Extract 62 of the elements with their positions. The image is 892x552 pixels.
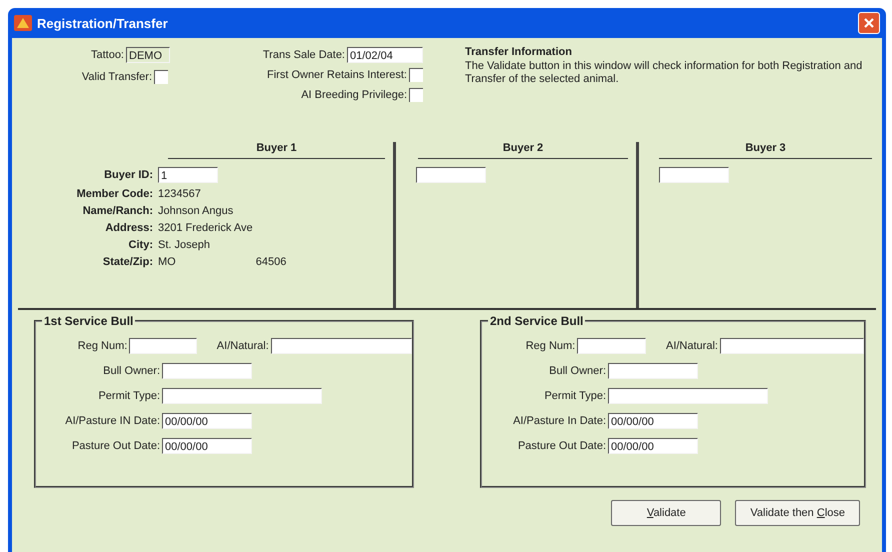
buyer-heading: Buyer 1 (256, 142, 297, 154)
field-label: Buyer ID: (103, 169, 153, 181)
buyer-heading: Buyer 2 (502, 142, 544, 154)
field-label: Name/Ranch: (82, 205, 153, 217)
field-label: State/Zip: (102, 256, 153, 268)
group-title: 2nd Service Bull (488, 314, 586, 328)
checkbox[interactable] (409, 88, 423, 102)
field-value: MO (158, 256, 176, 268)
field-label: Address: (104, 222, 153, 234)
field-label: Member Code: (76, 188, 153, 200)
field-label: AI/Pasture In Date: (512, 415, 606, 427)
field-label: AI Breeding Privilege: (301, 89, 407, 101)
buyer-id-field[interactable] (659, 167, 729, 183)
close-button[interactable] (858, 12, 880, 34)
field-label: City: (128, 239, 153, 251)
checkbox[interactable] (409, 68, 423, 82)
validate-button[interactable]: Validate (611, 500, 722, 526)
field-label: Reg Num: (524, 340, 576, 352)
date-field[interactable]: 01/02/04 (347, 47, 423, 63)
validate-button[interactable]: Validate then Close (735, 500, 860, 526)
field-label: Pasture Out Date: (70, 440, 160, 452)
buyer-id-field[interactable] (416, 167, 486, 183)
input-field[interactable]: 00/00/00 (162, 438, 252, 454)
checkbox[interactable] (154, 70, 168, 84)
input-field[interactable] (577, 338, 646, 354)
field-value: Johnson Angus (158, 205, 234, 217)
field-value: 64506 (256, 256, 286, 268)
buyer-id-field[interactable]: 1 (158, 167, 218, 183)
field-value: St. Joseph (158, 239, 210, 251)
input-field[interactable]: 00/00/00 (162, 413, 252, 429)
field-label: First Owner Retains Interest: (267, 69, 407, 81)
field-label: AI/Natural: (666, 340, 718, 352)
input-field[interactable] (608, 388, 768, 404)
field-label: Trans Sale Date: (262, 49, 345, 61)
input-field[interactable] (608, 363, 698, 379)
input-field[interactable] (720, 338, 864, 354)
field-label: Permit Type: (97, 390, 160, 402)
field-label: AI/Natural: (216, 340, 269, 352)
info-text: The Validate button in this window will check information for both Registration and Transfer of the selected animal. (465, 60, 864, 86)
field-label: Valid Transfer: (82, 71, 152, 83)
field-label: Reg Num: (76, 340, 128, 352)
tattoo-field[interactable]: DEMO (126, 47, 170, 63)
field-value: 1234567 (158, 188, 201, 200)
field-label: Pasture Out Date: (516, 440, 606, 452)
field-label: Tattoo: (90, 49, 124, 61)
buyer-heading: Buyer 3 (745, 142, 786, 154)
input-field[interactable] (129, 338, 197, 354)
app-icon (14, 15, 32, 31)
input-field[interactable] (270, 338, 412, 354)
input-field[interactable]: 00/00/00 (608, 413, 698, 429)
close-icon (863, 17, 875, 29)
field-label: Permit Type: (543, 390, 606, 402)
input-field[interactable] (162, 363, 252, 379)
input-field[interactable] (162, 388, 322, 404)
group-title: 1st Service Bull (42, 314, 136, 328)
window-title: Registration/Transfer (37, 16, 169, 30)
info-title: Transfer Information (465, 46, 573, 58)
field-value: 3201 Frederick Ave (158, 222, 253, 234)
field-label: Bull Owner: (548, 365, 606, 377)
field-label: Bull Owner: (102, 365, 160, 377)
field-label: AI/Pasture IN Date: (64, 415, 160, 427)
input-field[interactable]: 00/00/00 (608, 438, 698, 454)
